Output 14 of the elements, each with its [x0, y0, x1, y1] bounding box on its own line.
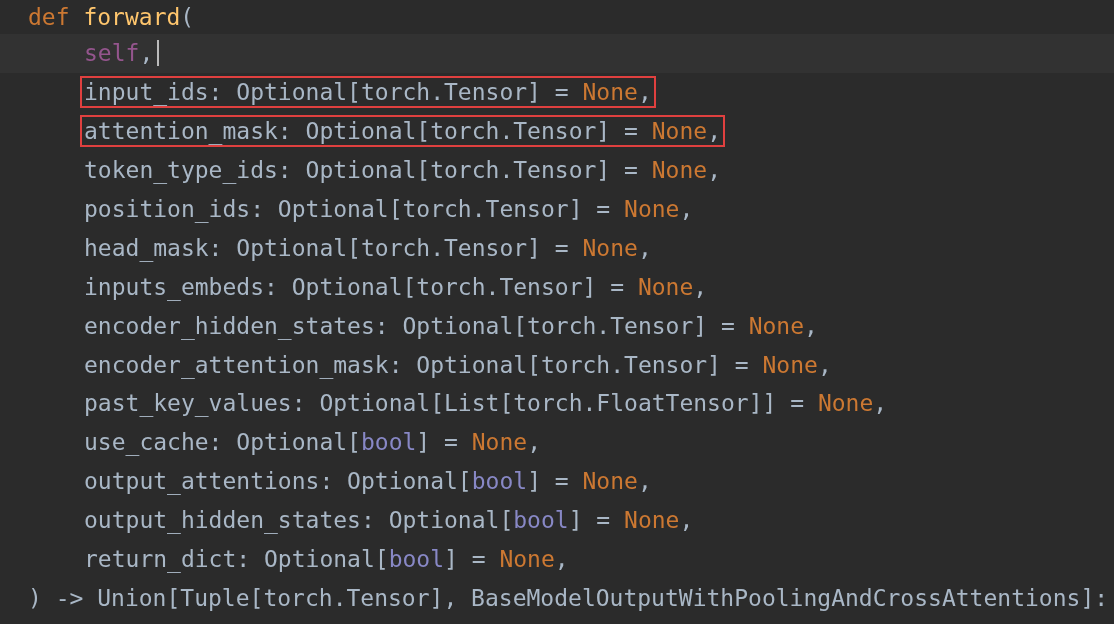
code-line: output_hidden_states: Optional[bool] = None,	[83, 506, 695, 536]
code-line: use_cache: Optional[bool] = None,	[83, 428, 542, 458]
code-line: past_key_values: Optional[List[torch.FloatTensor]] = None,	[83, 389, 889, 419]
code-line: encoder_hidden_states: Optional[torch.Tensor] = None,	[83, 311, 819, 342]
code-line: ) -> Union[Tuple[torch.Tensor], BaseModelOutputWithPoolingAndCrossAttentions]:	[27, 583, 1110, 613]
code-line: head_mask: Optional[torch.Tensor] = None,	[83, 233, 653, 264]
code-line: def forward(	[27, 3, 196, 32]
code-line: return_dict: Optional[bool] = None,	[83, 545, 570, 575]
code-line: encoder_attention_mask: Optional[torch.Tensor] = None,	[83, 350, 833, 381]
code-line: output_attentions: Optional[bool] = None,	[83, 467, 653, 497]
code-line: position_ids: Optional[torch.Tensor] = None,	[83, 195, 695, 225]
code-line: token_type_ids: Optional[torch.Tensor] = None,	[83, 156, 722, 186]
code-line: inputs_embeds: Optional[torch.Tensor] = None,	[83, 272, 709, 303]
code-line: self,	[83, 39, 155, 69]
